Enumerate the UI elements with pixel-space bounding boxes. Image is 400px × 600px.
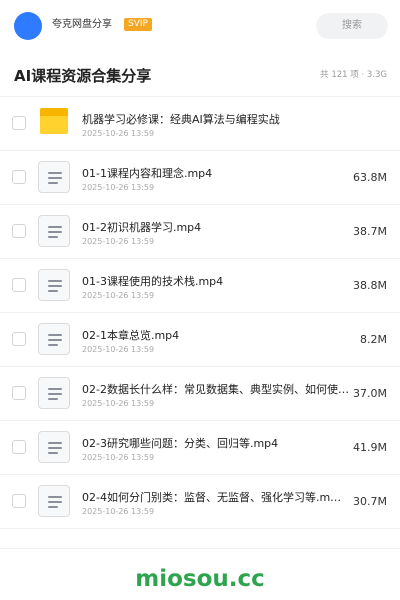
file-size: 38.8M bbox=[353, 279, 387, 292]
row-checkbox[interactable] bbox=[12, 332, 26, 346]
file-size: 30.7M bbox=[353, 495, 387, 508]
file-name: 01-2初识机器学习.mp4 bbox=[82, 221, 202, 234]
file-date: 2025-10-26 13:59 bbox=[82, 453, 155, 462]
top-bar: 夸克网盘分享 SVIP 搜索 bbox=[0, 0, 400, 52]
row-checkbox[interactable] bbox=[12, 170, 26, 184]
file-row[interactable]: 01-3课程使用的技术栈.mp4 2025-10-26 13:59 38.8M bbox=[0, 259, 400, 313]
file-size: 37.0M bbox=[353, 387, 387, 400]
video-file-icon bbox=[38, 485, 70, 517]
page-title: AI课程资源合集分享 bbox=[14, 67, 152, 85]
file-row[interactable]: 01-1课程内容和理念.mp4 2025-10-26 13:59 63.8M bbox=[0, 151, 400, 205]
sharer-name: 夸克网盘分享 bbox=[52, 19, 112, 30]
file-row[interactable]: 02-1本章总览.mp4 2025-10-26 13:59 8.2M bbox=[0, 313, 400, 367]
file-row[interactable]: 02-2数据长什么样：常见数据集、典型实例、如何使… 2025-10-26 13… bbox=[0, 367, 400, 421]
row-checkbox[interactable] bbox=[12, 386, 26, 400]
folder-icon bbox=[40, 108, 68, 134]
file-size: 63.8M bbox=[353, 171, 387, 184]
video-file-icon bbox=[38, 323, 70, 355]
row-checkbox[interactable] bbox=[12, 224, 26, 238]
file-date: 2025-10-26 13:59 bbox=[82, 183, 155, 192]
file-name: 机器学习必修课：经典AI算法与编程实战 bbox=[82, 113, 280, 126]
file-date: 2025-10-26 13:59 bbox=[82, 399, 155, 408]
file-date: 2025-10-26 13:59 bbox=[82, 129, 155, 138]
search-input[interactable]: 搜索 bbox=[316, 13, 388, 39]
video-file-icon bbox=[38, 431, 70, 463]
file-name: 02-2数据长什么样：常见数据集、典型实例、如何使… bbox=[82, 383, 349, 396]
file-name: 02-1本章总览.mp4 bbox=[82, 329, 180, 342]
file-name: 02-4如何分门别类：监督、无监督、强化学习等.m… bbox=[82, 491, 342, 504]
row-checkbox[interactable] bbox=[12, 494, 26, 508]
file-date: 2025-10-26 13:59 bbox=[82, 345, 155, 354]
file-name: 01-3课程使用的技术栈.mp4 bbox=[82, 275, 224, 288]
folder-row[interactable]: 机器学习必修课：经典AI算法与编程实战 2025-10-26 13:59 bbox=[0, 97, 400, 151]
footer-divider bbox=[0, 548, 400, 549]
video-file-icon bbox=[38, 161, 70, 193]
file-size: 8.2M bbox=[360, 333, 387, 346]
video-file-icon bbox=[38, 269, 70, 301]
file-list: 机器学习必修课：经典AI算法与编程实战 2025-10-26 13:59 01-… bbox=[0, 97, 400, 529]
file-row[interactable]: 02-3研究哪些问题：分类、回归等.mp4 2025-10-26 13:59 4… bbox=[0, 421, 400, 475]
file-row[interactable]: 02-4如何分门别类：监督、无监督、强化学习等.m… 2025-10-26 13… bbox=[0, 475, 400, 529]
row-checkbox[interactable] bbox=[12, 278, 26, 292]
file-size: 41.9M bbox=[353, 441, 387, 454]
file-row[interactable]: 01-2初识机器学习.mp4 2025-10-26 13:59 38.7M bbox=[0, 205, 400, 259]
file-date: 2025-10-26 13:59 bbox=[82, 237, 155, 246]
file-size: 38.7M bbox=[353, 225, 387, 238]
video-file-icon bbox=[38, 377, 70, 409]
file-date: 2025-10-26 13:59 bbox=[82, 291, 155, 300]
watermark: miosou.cc bbox=[135, 566, 265, 592]
row-checkbox[interactable] bbox=[12, 440, 26, 454]
row-checkbox[interactable] bbox=[12, 116, 26, 130]
avatar[interactable] bbox=[14, 12, 42, 40]
file-date: 2025-10-26 13:59 bbox=[82, 507, 155, 516]
file-name: 02-3研究哪些问题：分类、回归等.mp4 bbox=[82, 437, 279, 450]
share-header: AI课程资源合集分享 共 121 项 · 3.3G bbox=[0, 52, 400, 97]
file-name: 01-1课程内容和理念.mp4 bbox=[82, 167, 213, 180]
item-count-summary: 共 121 项 · 3.3G bbox=[320, 70, 387, 80]
svip-badge: SVIP bbox=[124, 18, 152, 31]
video-file-icon bbox=[38, 215, 70, 247]
